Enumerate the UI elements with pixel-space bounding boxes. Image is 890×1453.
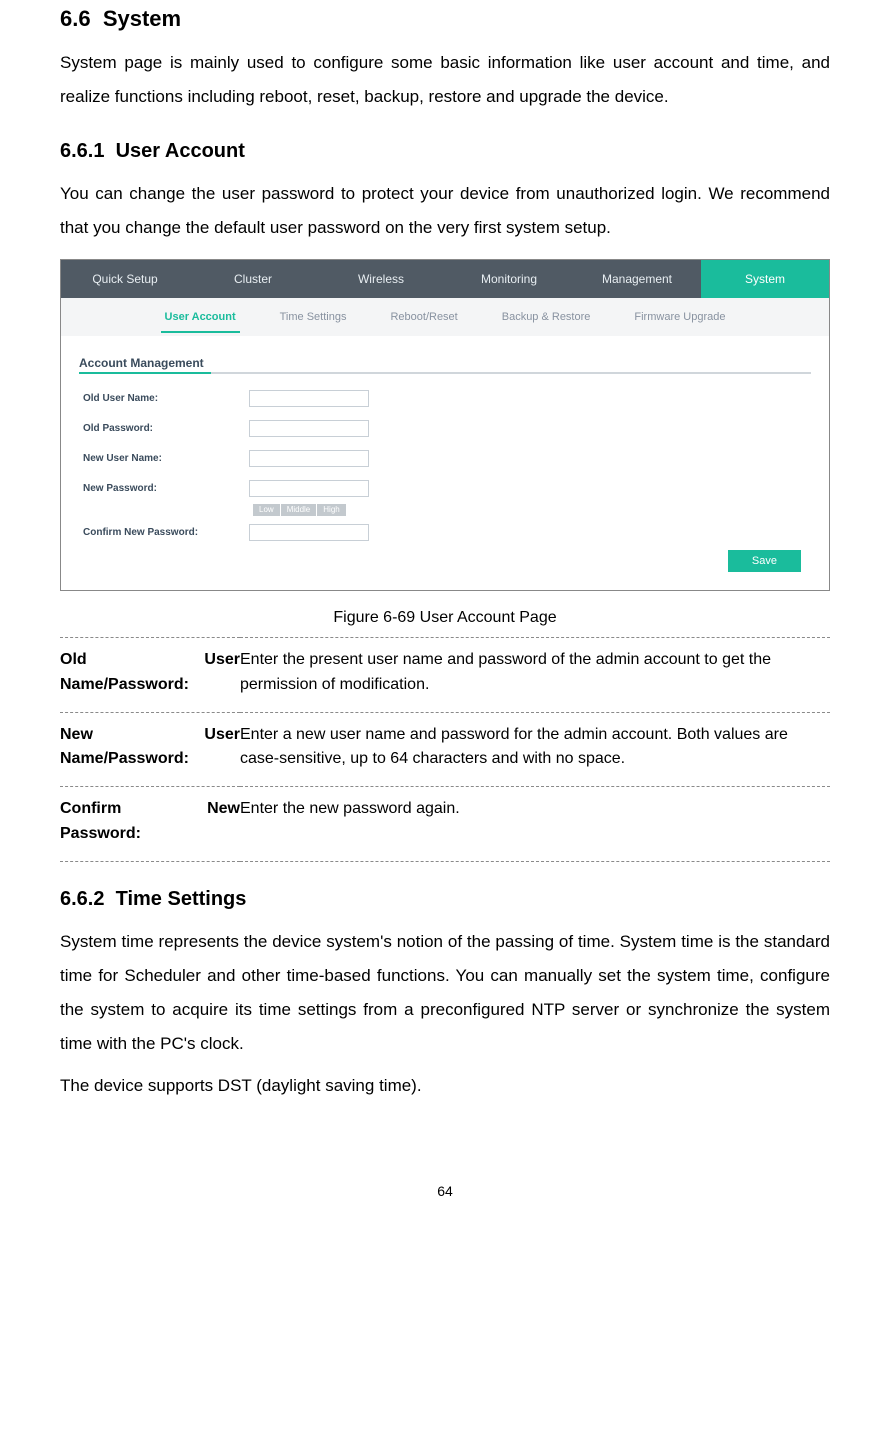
term-text: Confirm xyxy=(60,797,121,822)
term-text: New xyxy=(60,723,93,748)
sub-nav: User Account Time Settings Reboot/Reset … xyxy=(61,298,829,336)
subsection-number: 6.6.2 xyxy=(60,888,104,910)
subsection-title: User Account xyxy=(116,140,245,162)
def-desc: Enter the new password again. xyxy=(240,787,830,862)
heading-system: 6.6 System xyxy=(60,6,830,32)
term-text: Old xyxy=(60,648,87,673)
subsection-number: 6.6.1 xyxy=(60,140,104,162)
def-desc: Enter a new user name and password for t… xyxy=(240,712,830,787)
tab-time-settings[interactable]: Time Settings xyxy=(276,301,351,333)
user-account-intro: You can change the user password to prot… xyxy=(60,177,830,245)
time-settings-p2: The device supports DST (daylight saving… xyxy=(60,1069,830,1103)
label-new-password: New Password: xyxy=(79,483,249,494)
section-title: System xyxy=(103,6,181,31)
input-old-password[interactable] xyxy=(249,420,369,437)
nav-monitoring[interactable]: Monitoring xyxy=(445,260,573,298)
tab-backup-restore[interactable]: Backup & Restore xyxy=(498,301,595,333)
tab-reboot-reset[interactable]: Reboot/Reset xyxy=(386,301,461,333)
tab-firmware-upgrade[interactable]: Firmware Upgrade xyxy=(630,301,729,333)
strength-high: High xyxy=(317,504,346,516)
subsection-title: Time Settings xyxy=(116,888,247,910)
section-intro: System page is mainly used to configure … xyxy=(60,46,830,114)
input-old-user-name[interactable] xyxy=(249,390,369,407)
section-number: 6.6 xyxy=(60,6,91,31)
form-section-title: Account Management xyxy=(79,356,811,370)
term-text: New xyxy=(207,797,240,822)
def-desc: Enter the present user name and password… xyxy=(240,638,830,713)
def-row-new: New User Name/Password: Enter a new user… xyxy=(60,712,830,787)
figure-caption: Figure 6-69 User Account Page xyxy=(60,609,830,627)
label-new-user-name: New User Name: xyxy=(79,453,249,464)
nav-management[interactable]: Management xyxy=(573,260,701,298)
strength-middle: Middle xyxy=(281,504,318,516)
label-old-password: Old Password: xyxy=(79,423,249,434)
input-new-user-name[interactable] xyxy=(249,450,369,467)
main-nav: Quick Setup Cluster Wireless Monitoring … xyxy=(61,260,829,298)
nav-wireless[interactable]: Wireless xyxy=(317,260,445,298)
term-text: User xyxy=(204,648,240,673)
strength-low: Low xyxy=(253,504,281,516)
section-divider xyxy=(79,372,811,374)
input-new-password[interactable] xyxy=(249,480,369,497)
term-text: Password: xyxy=(60,822,240,847)
def-row-old: Old User Name/Password: Enter the presen… xyxy=(60,638,830,713)
definition-table: Old User Name/Password: Enter the presen… xyxy=(60,637,830,862)
save-button[interactable]: Save xyxy=(728,550,801,572)
time-settings-p1: System time represents the device system… xyxy=(60,925,830,1061)
term-text: Name/Password: xyxy=(60,673,240,698)
user-account-screenshot: Quick Setup Cluster Wireless Monitoring … xyxy=(60,259,830,591)
password-strength-meter: Low Middle High xyxy=(253,504,811,516)
label-confirm-new-password: Confirm New Password: xyxy=(79,527,249,538)
nav-system[interactable]: System xyxy=(701,260,829,298)
heading-time-settings: 6.6.2 Time Settings xyxy=(60,888,830,911)
tab-user-account[interactable]: User Account xyxy=(161,301,240,333)
page-number: 64 xyxy=(60,1183,830,1199)
term-text: User xyxy=(204,723,240,748)
nav-quick-setup[interactable]: Quick Setup xyxy=(61,260,189,298)
nav-cluster[interactable]: Cluster xyxy=(189,260,317,298)
label-old-user-name: Old User Name: xyxy=(79,393,249,404)
term-text: Name/Password: xyxy=(60,747,240,772)
input-confirm-new-password[interactable] xyxy=(249,524,369,541)
def-row-confirm: Confirm New Password: Enter the new pass… xyxy=(60,787,830,862)
heading-user-account: 6.6.1 User Account xyxy=(60,140,830,163)
